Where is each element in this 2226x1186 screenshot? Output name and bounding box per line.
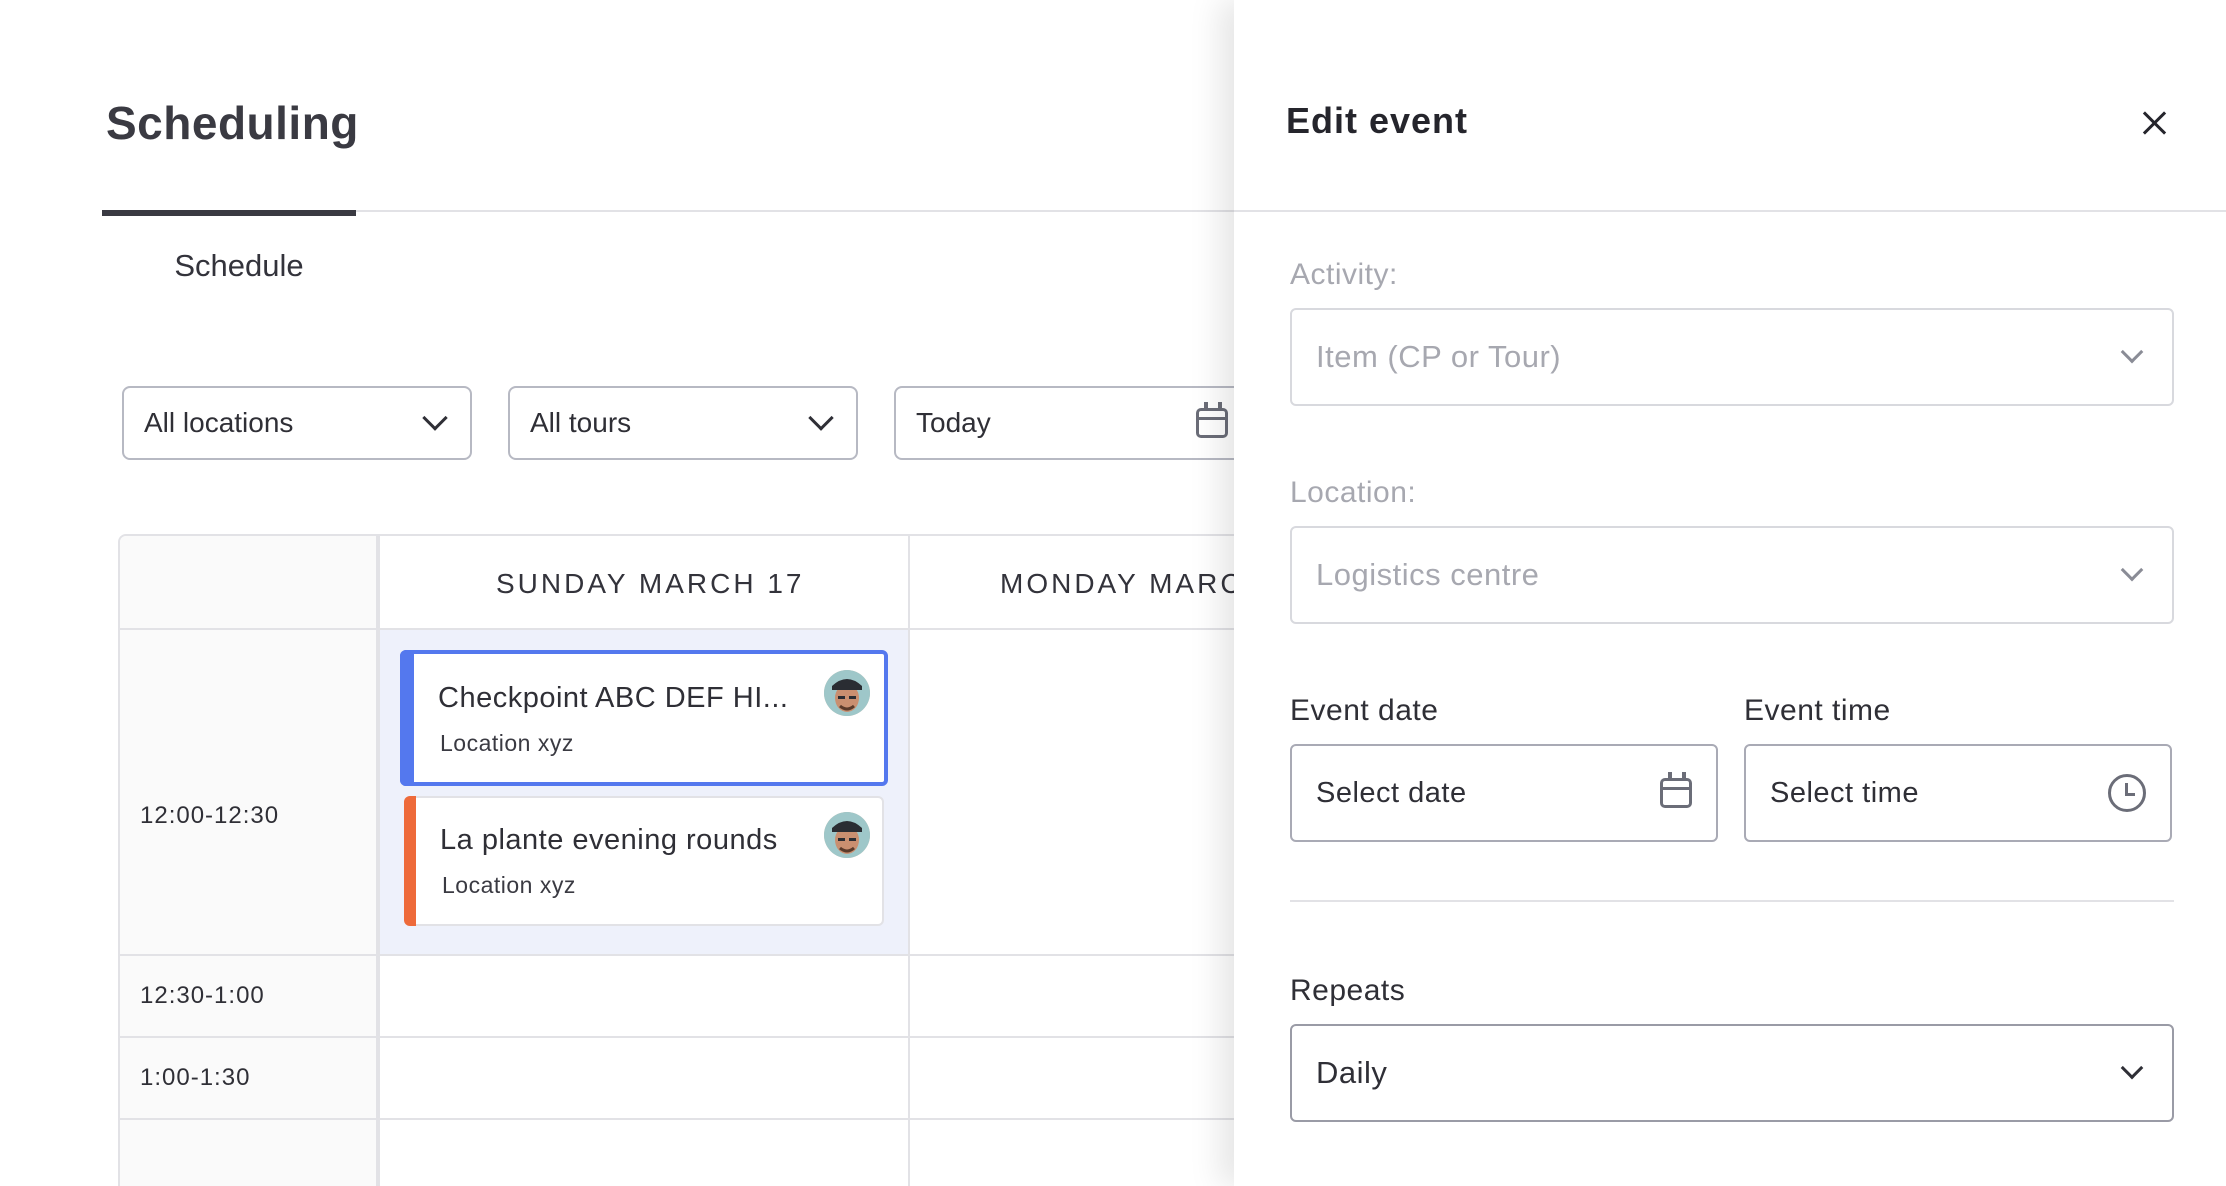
grid-divider [120,954,1236,956]
edit-event-drawer: Edit event Activity: Item (CP or Tour) L… [1234,0,2226,1186]
event-time-placeholder: Select time [1770,776,1919,809]
tab-schedule[interactable]: Schedule [102,248,376,284]
location-value: Logistics centre [1316,557,1540,592]
location-select[interactable]: Logistics centre [1290,526,2174,624]
chevron-down-icon [2120,558,2144,582]
clock-icon[interactable] [2108,774,2146,812]
activity-label: Activity: [1290,258,1398,291]
location-filter-value: All locations [144,407,294,438]
grid-divider [908,536,910,1186]
repeats-select[interactable]: Daily [1290,1024,2174,1122]
event-location: Location xyz [440,730,574,756]
event-title: La plante evening rounds [440,824,778,856]
event-title: Checkpoint ABC DEF HI... [438,682,789,714]
event-color-stripe [404,796,416,926]
time-slot-label: 12:30-1:00 [140,982,265,1009]
schedule-grid: SUNDAY MARCH 17 MONDAY MARC 12:00-12:30 … [118,534,1236,1186]
grid-divider [120,1118,1236,1120]
tab-active-indicator [102,210,356,216]
day-header-monday: MONDAY MARC [1000,568,1236,599]
event-date-label: Event date [1290,694,1439,727]
tours-filter-value: All tours [530,407,632,438]
event-time-label: Event time [1744,694,1891,727]
section-divider [1290,900,2174,902]
activity-select[interactable]: Item (CP or Tour) [1290,308,2174,406]
time-slot-label: 12:00-12:30 [140,802,280,829]
date-filter-input[interactable]: Today [894,386,1254,460]
chevron-down-icon [422,405,448,431]
location-label: Location: [1290,476,1417,509]
assignee-avatar[interactable] [824,670,870,716]
chevron-down-icon [2120,340,2144,364]
event-card[interactable]: La plante evening rounds Location xyz [404,796,884,926]
event-date-placeholder: Select date [1316,776,1467,809]
page-title: Scheduling [106,97,359,149]
event-date-input[interactable]: Select date [1290,744,1718,842]
location-filter-select[interactable]: All locations [122,386,472,460]
event-location: Location xyz [442,872,576,898]
drawer-header-divider [1234,210,2226,212]
date-filter-value: Today [916,407,991,438]
time-slot-label: 1:00-1:30 [140,1064,251,1091]
calendar-icon[interactable] [1660,772,1692,808]
chevron-down-icon [808,405,834,431]
event-card-selected[interactable]: Checkpoint ABC DEF HI... Location xyz [400,650,888,786]
grid-divider [120,628,1236,630]
grid-divider [378,536,380,1186]
close-icon[interactable] [2138,106,2172,140]
event-time-input[interactable]: Select time [1744,744,2172,842]
repeats-label: Repeats [1290,974,1406,1007]
chevron-down-icon [2120,1056,2144,1080]
calendar-icon[interactable] [1196,402,1228,438]
repeats-value: Daily [1316,1055,1388,1090]
drawer-title: Edit event [1286,100,1469,141]
event-color-stripe [400,650,414,786]
tours-filter-select[interactable]: All tours [508,386,858,460]
assignee-avatar[interactable] [824,812,870,858]
activity-placeholder: Item (CP or Tour) [1316,339,1562,374]
day-header-sunday: SUNDAY MARCH 17 [496,568,805,599]
grid-divider [120,1036,1236,1038]
